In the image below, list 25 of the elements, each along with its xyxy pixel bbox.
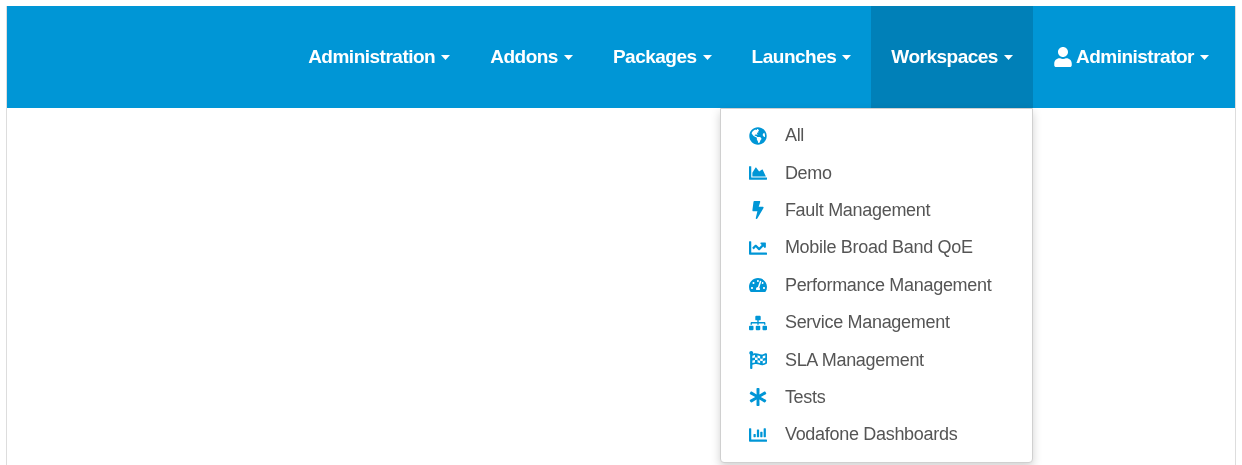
dropdown-item[interactable]: Vodafone Dashboards — [720, 416, 1032, 454]
caret-icon — [1003, 54, 1013, 60]
dropdown-item[interactable]: Demo — [720, 154, 1032, 192]
flag-icon — [748, 351, 767, 370]
caret-icon — [842, 54, 852, 60]
gauge-icon — [748, 276, 767, 295]
dropdown-item[interactable]: All — [720, 117, 1032, 155]
caret-icon — [563, 54, 573, 60]
asterisk-icon — [748, 388, 767, 407]
dropdown-item[interactable]: Performance Management — [720, 266, 1032, 304]
bar-chart-icon — [748, 425, 767, 444]
caret-icon — [1200, 54, 1209, 60]
sitemap-icon — [748, 313, 767, 332]
caret-icon — [702, 54, 712, 60]
area-chart-icon — [748, 164, 767, 183]
caret-icon — [441, 54, 451, 60]
nav-menu-button[interactable]: Workspaces — [871, 6, 1033, 108]
dropdown-item[interactable]: Service Management — [720, 303, 1032, 342]
dropdown-item[interactable]: Mobile Broad Band QoE — [720, 229, 1032, 267]
line-chart-icon — [748, 238, 767, 257]
dropdown-item[interactable]: Fault Management — [720, 191, 1032, 230]
globe-icon — [748, 126, 767, 145]
user-icon — [1052, 47, 1073, 67]
dropdown-item[interactable]: SLA Management — [720, 341, 1032, 379]
dropdown-item[interactable]: Tests — [720, 378, 1032, 417]
